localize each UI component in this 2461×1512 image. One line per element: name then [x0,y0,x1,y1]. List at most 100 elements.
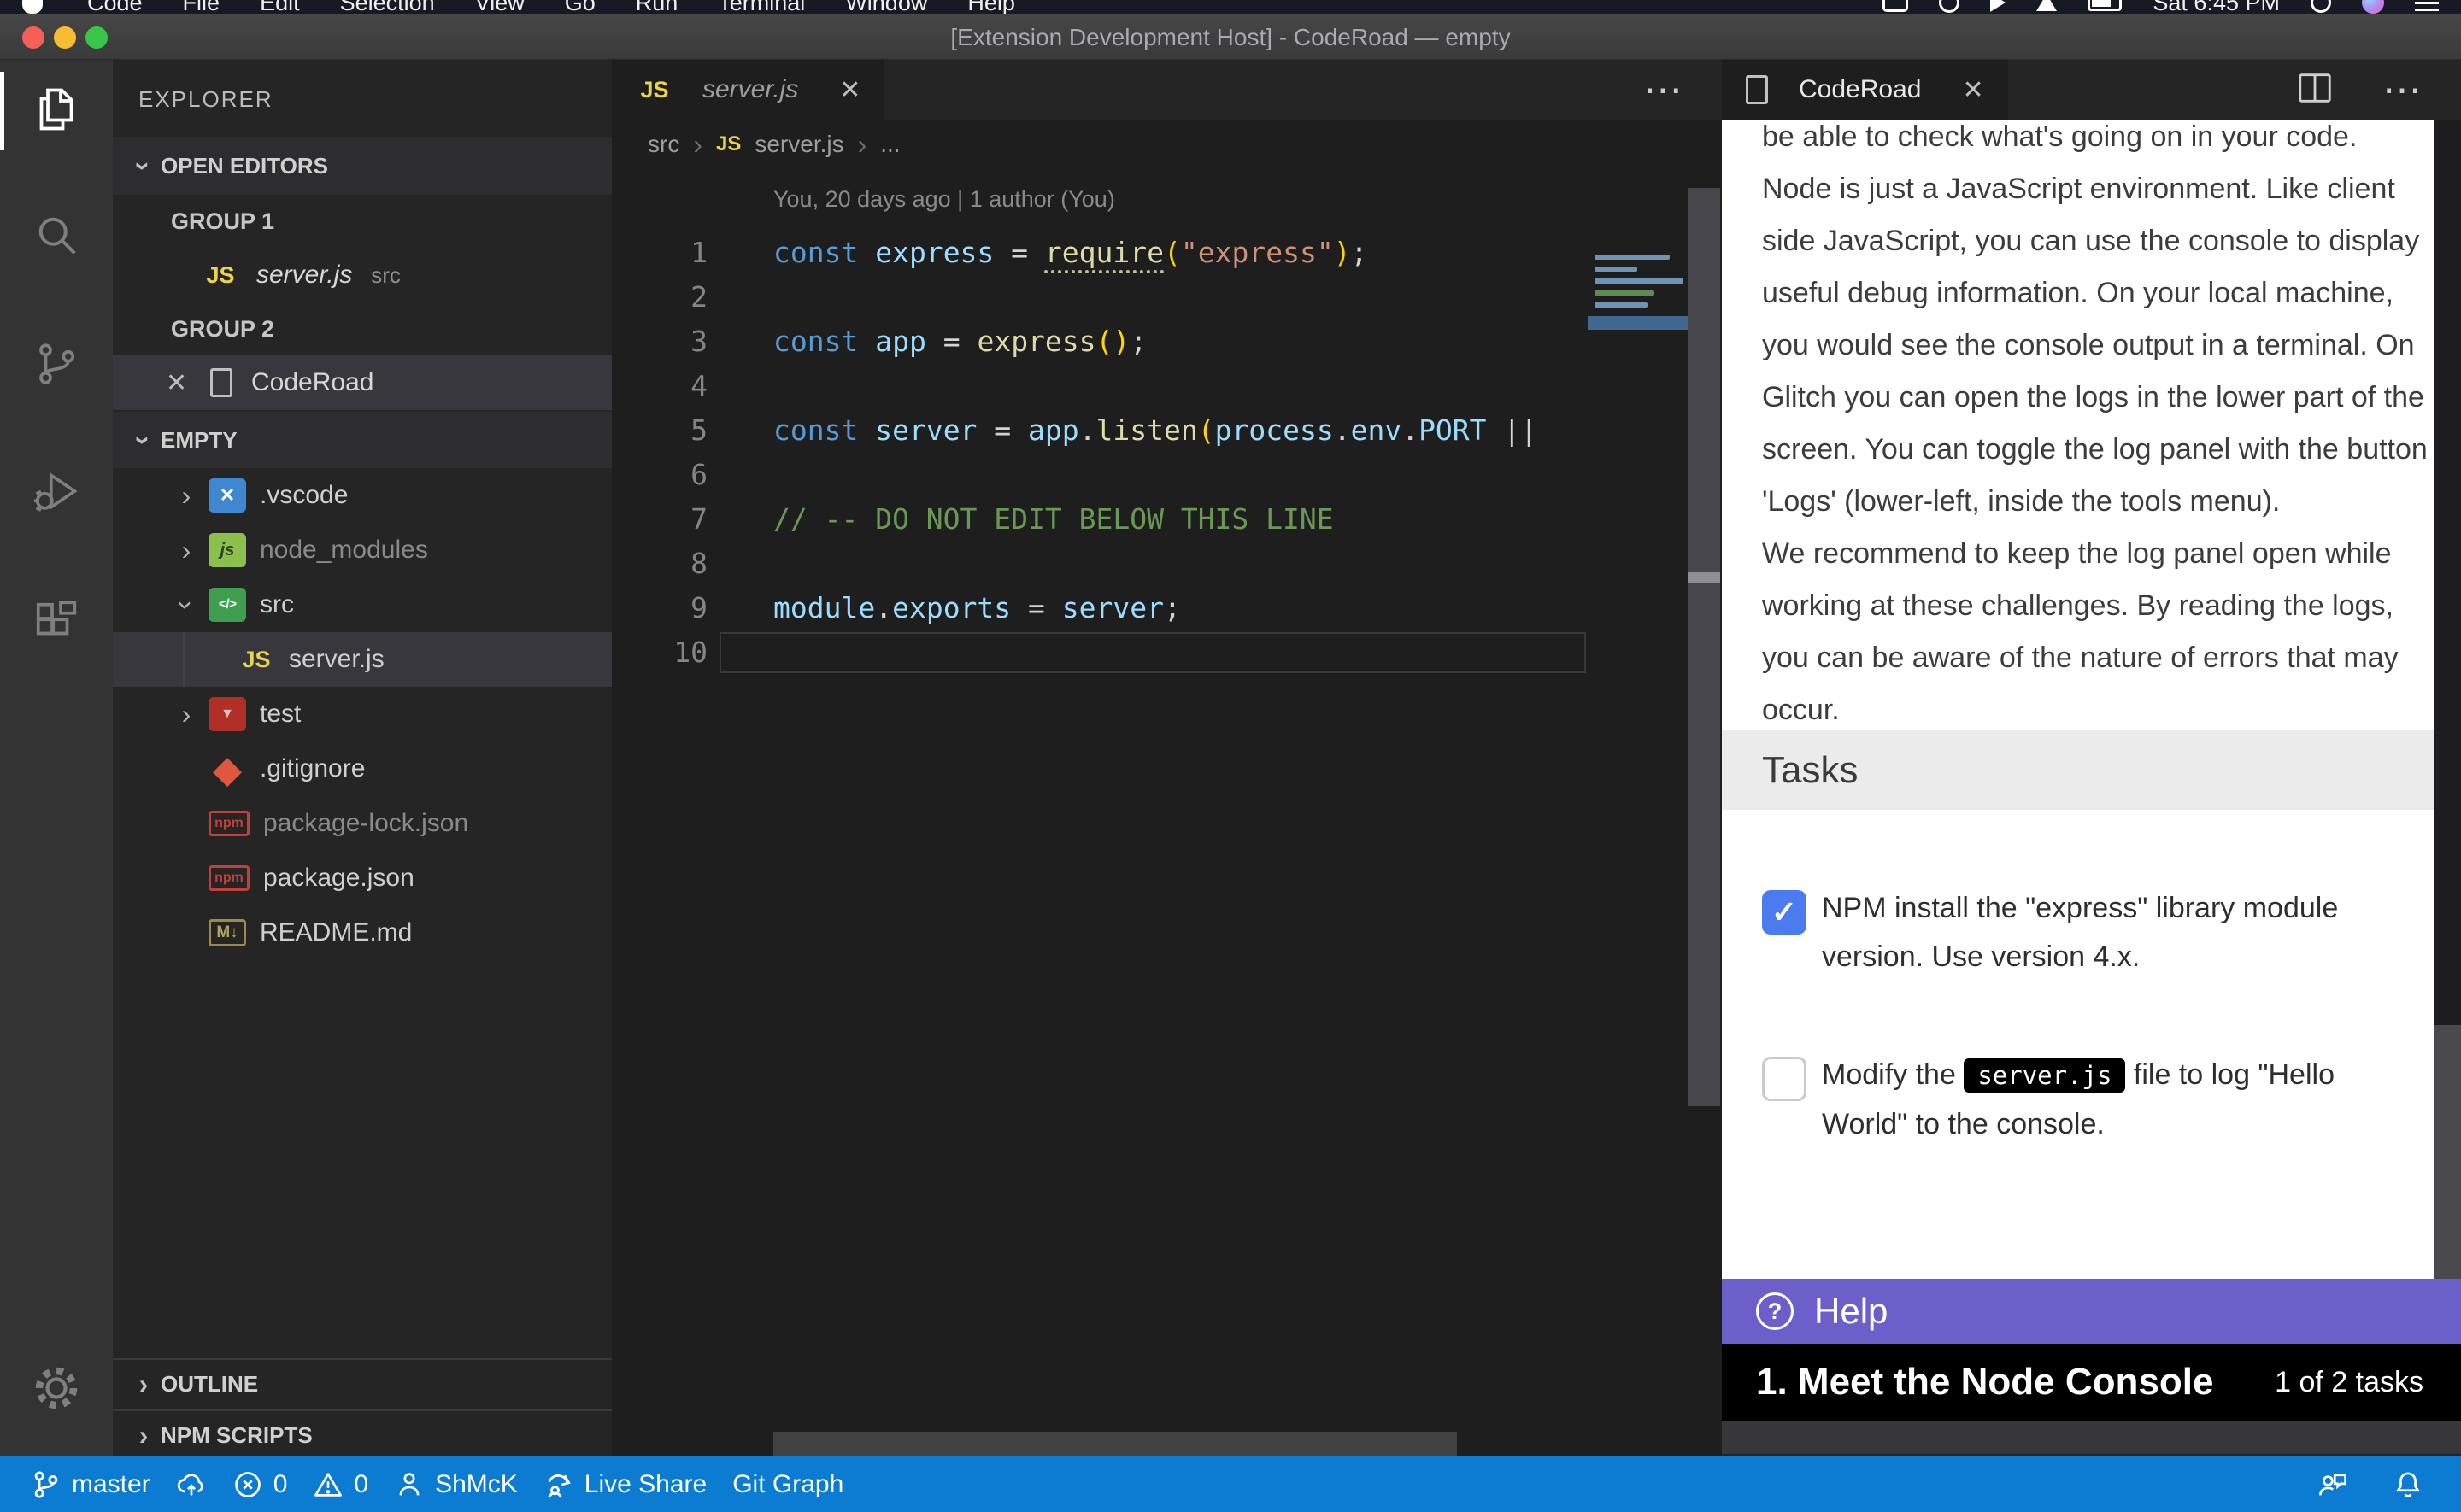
status-circle-icon[interactable] [1939,0,1959,13]
menu-item-window[interactable]: Window [845,0,927,14]
close-icon[interactable]: ✕ [166,368,210,398]
close-tab-icon[interactable]: ✕ [1962,75,1983,105]
menu-item-edit[interactable]: Edit [260,0,300,14]
code-line: 9module.exports = server; [612,586,1588,630]
display-icon[interactable] [1882,0,1908,12]
coderoad-panel: CodeRoad ✕ ⋯ be able to check what's goi… [1722,60,2461,1456]
settings-gear-icon[interactable] [0,1341,113,1435]
menu-item-view[interactable]: View [475,0,525,14]
help-bar[interactable]: ? Help [1722,1279,2461,1344]
coderoad-paragraph: We recommend to keep the log panel open … [1762,528,2434,736]
webview-scrollbar-thumb[interactable] [2434,1025,2461,1279]
explorer-icon[interactable] [0,62,113,156]
run-debug-icon[interactable] [0,444,113,538]
lesson-footer[interactable]: 1. Meet the Node Console 1 of 2 tasks [1722,1344,2461,1421]
branch-indicator[interactable]: master [31,1469,150,1500]
open-editor-server.js[interactable]: JSserver.jssrc [113,248,612,302]
tab-coderoad[interactable]: CodeRoad ✕ [1722,60,2008,120]
tree-item-server-js[interactable]: JSserver.js [113,632,612,687]
status-label: 0 [273,1470,288,1499]
line-number: 3 [612,319,708,364]
breadcrumb-src[interactable]: src [648,131,679,158]
siri-icon[interactable] [2362,0,2384,14]
tab-server-js[interactable]: JS server.js ✕ [612,60,884,120]
close-tab-icon[interactable]: ✕ [839,75,860,105]
play-status-icon[interactable] [1990,0,2006,12]
apple-menu-icon[interactable] [22,0,43,14]
workspace-section-header[interactable]: › EMPTY [113,412,612,468]
horizontal-scrollbar[interactable] [773,1432,1457,1456]
status-label: Git Graph [732,1470,843,1499]
tree-item-package-json[interactable]: npmpackage.json [113,851,612,905]
extensions-icon[interactable] [0,576,113,670]
open-editor-coderoad[interactable]: ✕CodeRoad [113,355,612,410]
search-icon[interactable] [0,188,113,282]
tree-item--gitignore[interactable]: ◆.gitignore [113,741,612,796]
codelens-annotation[interactable]: You, 20 days ago | 1 author (You) [773,186,1115,213]
npm-scripts-section-header[interactable]: › NPM SCRIPTS [113,1409,612,1456]
activity-bar [0,60,113,1456]
errors-count[interactable]: 0 [232,1469,288,1500]
task-checkbox[interactable]: ✓ [1762,890,1806,935]
more-actions-icon[interactable]: ⋯ [1643,67,1684,113]
minimap[interactable] [1588,167,1688,1363]
split-editor-icon[interactable] [2295,68,2335,112]
live-share-button[interactable]: Live Share [543,1469,707,1500]
tree-item-package-lock-json[interactable]: npmpackage-lock.json [113,796,612,851]
menu-item-run[interactable]: Run [636,0,678,14]
menu-item-terminal[interactable]: Terminal [718,0,805,14]
tree-item-test[interactable]: ›▼test [113,687,612,741]
menu-item-help[interactable]: Help [967,0,1015,14]
lesson-title: 1. Meet the Node Console [1756,1361,2213,1404]
vertical-scrollbar[interactable] [1688,188,1720,1106]
vscode-icon: ✕ [209,478,246,513]
tutorial-text: be able to check what's going on in your… [1762,120,2434,736]
sync-button[interactable] [176,1469,207,1500]
line-number: 9 [612,586,708,630]
open-editors-header[interactable]: › OPEN EDITORS [113,137,612,195]
code-line: 3const app = express(); [612,319,1588,364]
menu-item-selection[interactable]: Selection [340,0,435,14]
outline-section-header[interactable]: › OUTLINE [113,1358,612,1408]
node-icon: js [209,533,246,567]
tree-item-readme-md[interactable]: M↓README.md [113,905,612,960]
menu-item-code[interactable]: Code [87,0,143,14]
file-tree: ›✕.vscode›jsnode_modules›</>srcJSserver.… [113,468,612,960]
chevron-right-icon: › [126,1420,161,1451]
tree-item--vscode[interactable]: ›✕.vscode [113,468,612,523]
open-editor-description: src [371,262,401,289]
battery-icon[interactable] [2088,0,2122,11]
feedback-button[interactable] [2317,1469,2348,1500]
warnings-count[interactable]: 0 [313,1469,368,1500]
test-icon: ▼ [209,697,246,731]
vpn-status-icon[interactable] [2036,0,2057,11]
spotlight-icon[interactable] [2311,0,2331,13]
menu-item-file[interactable]: File [183,0,220,14]
tree-item-src[interactable]: ›</>src [113,577,612,632]
open-editor-label: server.js [256,261,352,290]
code-editor[interactable]: 1const express = require("express");23co… [612,231,1588,675]
code-line: 7// -- DO NOT EDIT BELOW THIS LINE [612,497,1588,542]
editor-group-label: GROUP 2 [113,302,612,355]
menu-bar-clock[interactable]: Sat 6:45 PM [2153,0,2280,14]
liveshare-icon [543,1469,574,1500]
inline-code: server.js [1964,1058,2125,1093]
line-number: 2 [612,275,708,319]
more-actions-icon[interactable]: ⋯ [2382,67,2423,113]
breadcrumb-file[interactable]: server.js [755,131,843,158]
breadcrumb-symbol[interactable]: ... [880,131,900,158]
scrollbar-handle[interactable] [1688,572,1720,583]
tree-item-node-modules[interactable]: ›jsnode_modules [113,523,612,577]
lesson-progress: 1 of 2 tasks [2275,1366,2423,1399]
notifications-bell[interactable] [2393,1469,2423,1500]
task-checkbox[interactable] [1762,1057,1806,1101]
menu-bar-status-icons: Sat 6:45 PM [1882,0,2439,14]
status-bar-left: master 00 ShMcK Live Share Git Graph [0,1469,843,1500]
source-control-icon[interactable] [0,317,113,411]
account-shmck[interactable]: ShMcK [394,1469,518,1500]
tree-label: node_modules [260,536,428,565]
menu-items: Code File Edit Selection View Go Run Terminal Wi… [87,0,1055,14]
git-graph-button[interactable]: Git Graph [732,1470,843,1499]
menu-item-go[interactable]: Go [565,0,596,14]
control-center-icon[interactable] [2415,0,2439,11]
